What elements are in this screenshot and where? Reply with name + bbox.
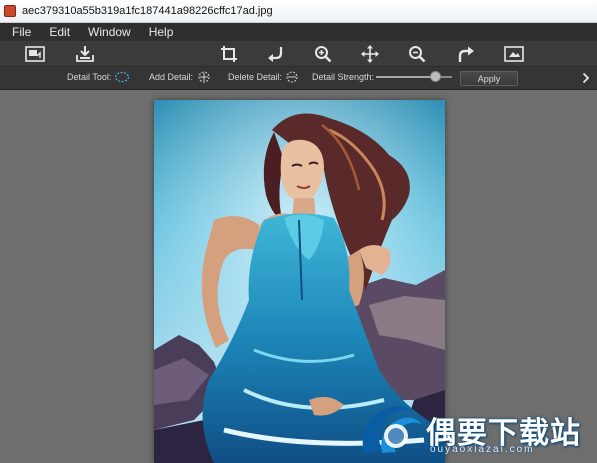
apply-button[interactable]: Apply xyxy=(460,71,518,86)
window-title: aec379310a55b319a1fc187441a98226cffc17ad… xyxy=(22,5,273,17)
redo-button[interactable] xyxy=(455,44,477,64)
chevron-right-icon xyxy=(582,72,590,83)
crop-icon xyxy=(221,46,237,62)
menu-bar: File Edit Window Help xyxy=(0,23,597,41)
redo-icon xyxy=(458,46,474,62)
panel-expand-button[interactable] xyxy=(580,69,592,86)
delete-detail-label: Delete Detail: xyxy=(228,72,283,82)
add-detail-icon[interactable] xyxy=(196,70,212,84)
move-icon xyxy=(361,45,379,63)
rotate-left-icon xyxy=(268,47,283,62)
menu-edit[interactable]: Edit xyxy=(40,25,79,39)
detail-strength-label: Detail Strength: xyxy=(312,72,375,82)
save-download-icon xyxy=(76,46,94,62)
zoom-out-button[interactable] xyxy=(406,44,428,64)
main-toolbar xyxy=(0,41,597,67)
rotate-left-button[interactable] xyxy=(265,44,287,64)
slider-fill xyxy=(376,76,436,78)
zoom-out-icon xyxy=(409,46,426,63)
detail-tool-label: Detail Tool: xyxy=(67,72,112,82)
open-image-button[interactable] xyxy=(24,44,46,64)
open-image-icon xyxy=(25,46,45,62)
fit-image-icon xyxy=(504,46,524,62)
delete-detail-icon[interactable] xyxy=(284,70,300,84)
save-button[interactable] xyxy=(74,44,96,64)
menu-file[interactable]: File xyxy=(0,25,40,39)
crop-button[interactable] xyxy=(218,44,240,64)
zoom-in-icon xyxy=(315,46,332,63)
menu-window[interactable]: Window xyxy=(79,25,140,39)
detail-tool-lasso-icon[interactable] xyxy=(114,71,130,83)
menu-help[interactable]: Help xyxy=(140,25,183,39)
move-button[interactable] xyxy=(359,44,381,64)
window-titlebar: aec379310a55b319a1fc187441a98226cffc17ad… xyxy=(0,0,597,23)
fit-image-button[interactable] xyxy=(503,44,525,64)
app-icon xyxy=(4,5,16,17)
add-detail-label: Add Detail: xyxy=(149,72,194,82)
zoom-in-button[interactable] xyxy=(312,44,334,64)
watermark-url: ouyaoxiazai.com xyxy=(430,444,535,455)
